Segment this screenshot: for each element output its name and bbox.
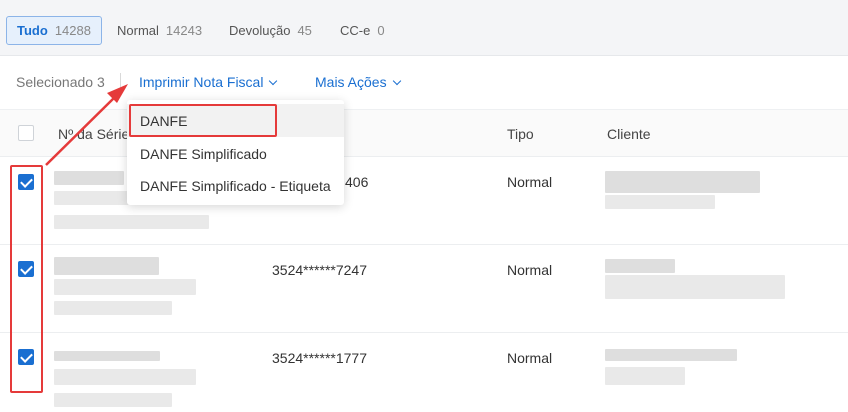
- annotation-arrow-icon: [45, 84, 128, 166]
